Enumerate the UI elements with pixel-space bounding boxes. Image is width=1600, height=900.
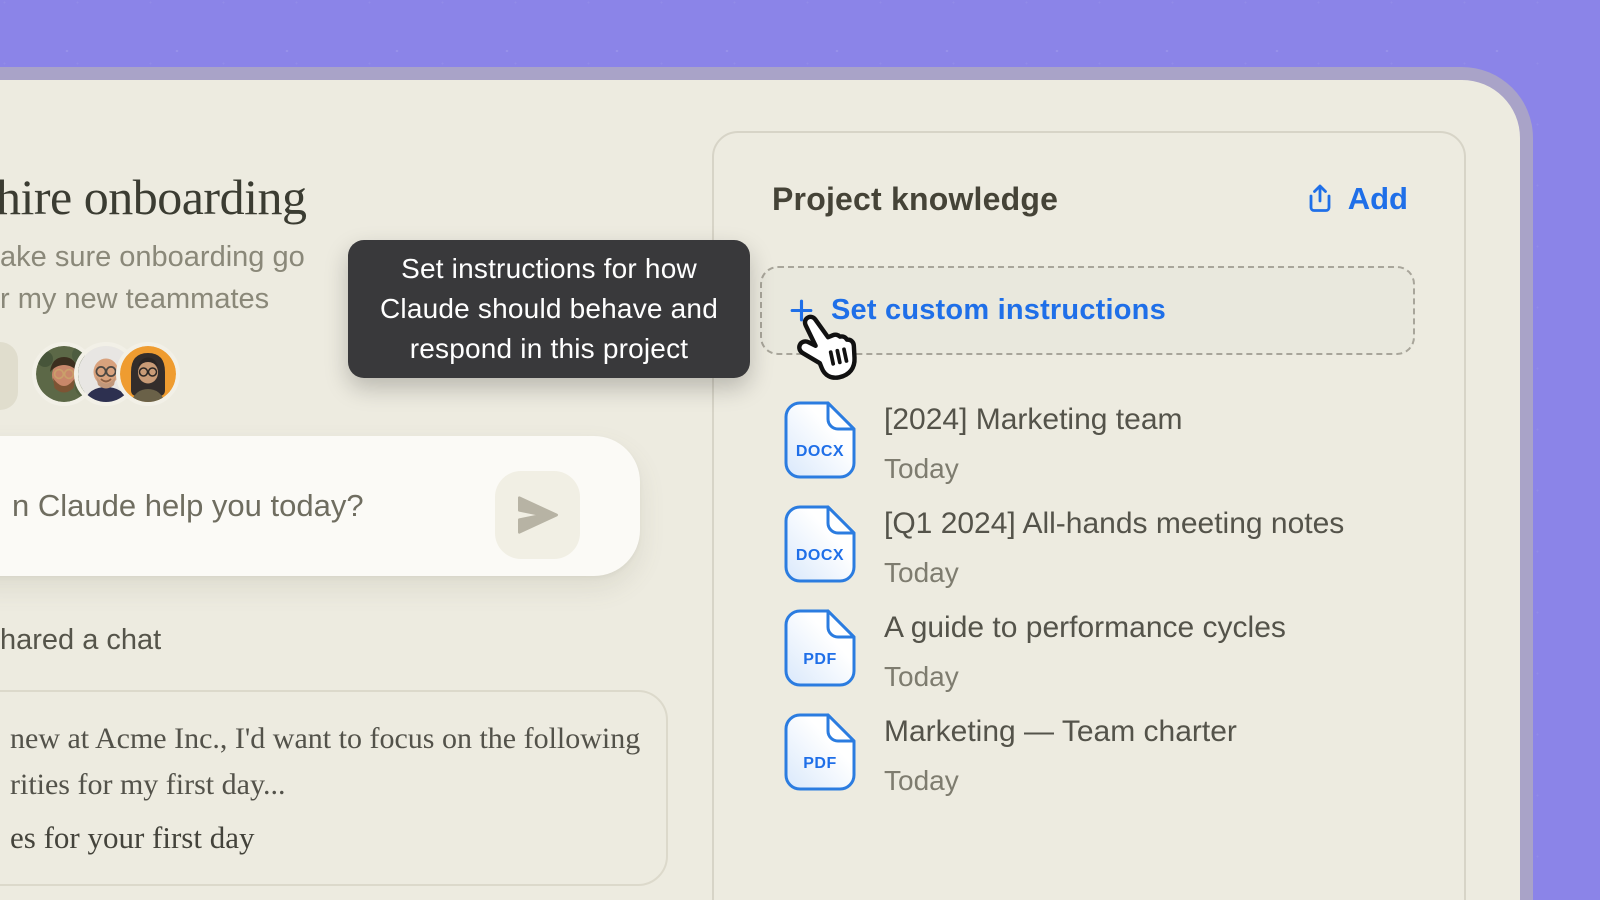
set-custom-instructions-label: Set custom instructions — [831, 294, 1166, 327]
chat-preview-text: new at Acme Inc., I'd want to focus on t… — [10, 716, 626, 808]
document-title: [Q1 2024] All-hands meeting notes — [884, 507, 1344, 541]
send-icon — [515, 495, 561, 535]
send-button[interactable] — [495, 471, 580, 559]
chat-preview-line1: new at Acme Inc., I'd want to focus on t… — [10, 716, 626, 762]
document-title: A guide to performance cycles — [884, 611, 1286, 645]
project-knowledge-header: Project knowledge Add — [772, 179, 1408, 219]
tooltip-line1: Set instructions for how — [401, 249, 697, 289]
avatar-woman[interactable] — [116, 342, 180, 406]
file-type-badge: DOCX — [796, 443, 844, 460]
document-date: Today — [884, 765, 959, 797]
shared-chat-preview-card[interactable]: new at Acme Inc., I'd want to focus on t… — [0, 690, 668, 886]
chat-preview-heading: es for your first day — [10, 820, 255, 856]
upload-icon — [1304, 183, 1336, 215]
docx-file-icon: DOCX — [784, 401, 856, 479]
file-type-badge: DOCX — [796, 547, 844, 564]
chat-input[interactable]: n Claude help you today? — [0, 436, 640, 576]
pdf-file-icon: PDF — [784, 609, 856, 687]
tooltip-line3: respond in this project — [410, 329, 689, 369]
project-description: ake sure onboarding go r my new teammate… — [0, 236, 305, 320]
project-knowledge-card: Project knowledge Add Set custom instruc… — [712, 131, 1466, 900]
screenshot-stage: hire onboarding ake sure onboarding go r… — [0, 0, 1600, 900]
add-button[interactable]: Add — [1304, 181, 1408, 217]
file-type-badge: PDF — [803, 651, 837, 668]
pdf-file-icon: PDF — [784, 713, 856, 791]
tooltip-line2: Claude should behave and — [380, 289, 718, 329]
tooltip: Set instructions for how Claude should b… — [348, 240, 750, 378]
project-description-line2: r my new teammates — [0, 278, 305, 320]
file-type-badge: PDF — [803, 755, 837, 772]
member-pill-partial[interactable] — [0, 342, 18, 410]
document-date: Today — [884, 661, 959, 693]
document-date: Today — [884, 453, 959, 485]
add-button-label: Add — [1348, 181, 1408, 217]
chat-preview-line2: rities for my first day... — [10, 762, 626, 808]
chat-input-placeholder: n Claude help you today? — [12, 436, 364, 576]
project-description-line1: ake sure onboarding go — [0, 236, 305, 278]
docx-file-icon: DOCX — [784, 505, 856, 583]
document-title: [2024] Marketing team — [884, 403, 1183, 437]
project-title: hire onboarding — [0, 168, 306, 226]
document-title: Marketing — Team charter — [884, 715, 1237, 749]
shared-chat-label: hared a chat — [0, 624, 161, 657]
project-knowledge-title: Project knowledge — [772, 181, 1058, 218]
document-date: Today — [884, 557, 959, 589]
